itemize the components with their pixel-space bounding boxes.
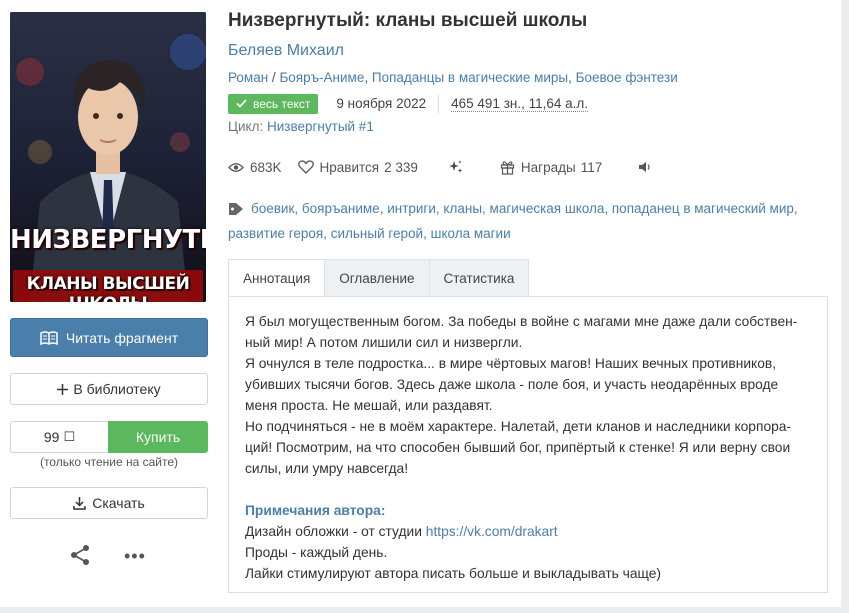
author-note-text: Дизайн обложки - от студии: [245, 524, 426, 539]
tag-link[interactable]: магическая школа: [490, 201, 605, 216]
gift-icon: [500, 160, 515, 175]
annotation-panel: Я был могущественным богом. За победы в …: [228, 296, 828, 593]
meta-divider: [438, 94, 440, 113]
share-icon[interactable]: [69, 544, 91, 571]
genre-separator: /: [268, 70, 280, 85]
tag-link[interactable]: школа магии: [431, 226, 511, 241]
cycle-line: Цикл: Низвергнутый #1: [228, 119, 374, 134]
genre-link[interactable]: Попаданцы в магические миры: [372, 70, 568, 85]
tag-link[interactable]: развитие героя: [228, 226, 323, 241]
status-badge: весь текст: [228, 93, 319, 114]
add-to-library-button[interactable]: В библиотеку: [10, 373, 208, 405]
likes-label: Нравится: [319, 159, 380, 175]
genre-link[interactable]: Роман: [228, 70, 268, 85]
tag-link[interactable]: бояръаниме: [302, 201, 380, 216]
annotation-paragraph: Я был могущественным богом. За победы в …: [245, 314, 798, 350]
annotation-paragraph: Но подчиняться - не в моём характере. На…: [245, 419, 792, 476]
sparkle-stat[interactable]: [448, 159, 470, 175]
price-value: 99: [43, 429, 60, 445]
cover-studio-link[interactable]: https://vk.com/drakart: [426, 524, 558, 539]
genre-link[interactable]: Боевое фэнтези: [576, 70, 678, 85]
awards-count: 117: [580, 159, 603, 175]
cycle-link[interactable]: Низвергнутый #1: [267, 119, 374, 134]
author-note: Лайки стимулируют автора писать больше и…: [245, 566, 662, 581]
cover-title-line2: КЛАНЫ ВЫСШЕЙ ШКОЛЫ: [13, 270, 203, 302]
likes-count: 2 339: [384, 159, 418, 175]
speaker-stat[interactable]: [638, 161, 658, 173]
cover-title-line1: НИЗВЕРГНУТЫЙ: [10, 225, 206, 255]
add-to-library-label: В библиотеку: [73, 381, 161, 397]
plus-icon: [57, 383, 69, 395]
author-note: Дизайн обложки - от студии https://vk.co…: [245, 521, 811, 542]
stats-row: 683K Нравится 2 339 Награды 117: [228, 157, 658, 177]
sparkle-icon: [448, 160, 463, 173]
price-box: 99 ☐: [10, 421, 108, 453]
book-cover[interactable]: НИЗВЕРГНУТЫЙ КЛАНЫ ВЫСШЕЙ ШКОЛЫ: [10, 12, 206, 302]
awards-label: Награды: [520, 159, 576, 175]
page-edge: [841, 0, 849, 613]
tab-contents[interactable]: Оглавление: [325, 259, 430, 297]
cover-art: [10, 12, 206, 302]
awards-stat[interactable]: Награды 117: [500, 160, 602, 175]
author-link[interactable]: Беляев Михаил: [228, 42, 344, 60]
author-notes-heading: Примечания автора:: [245, 503, 386, 518]
tag-link[interactable]: кланы: [443, 201, 482, 216]
tag-link[interactable]: сильный герой: [331, 226, 423, 241]
eye-icon: [228, 162, 244, 172]
tab-statistics[interactable]: Статистика: [429, 259, 530, 297]
cycle-label: Цикл:: [228, 119, 264, 134]
status-badge-label: весь текст: [253, 96, 311, 111]
book-size: 465 491 зн., 11,64 а.л.: [451, 95, 589, 112]
tab-bar: Аннотация Оглавление Статистика: [228, 259, 530, 297]
tab-annotation[interactable]: Аннотация: [228, 259, 326, 297]
tag-link[interactable]: боевик: [251, 201, 294, 216]
read-fragment-label: Читать фрагмент: [65, 329, 179, 346]
likes-stat[interactable]: Нравится 2 339: [297, 159, 418, 175]
tag-icon: [228, 201, 245, 223]
more-options-icon[interactable]: •••: [124, 546, 146, 567]
author-note: Проды - каждый день.: [245, 545, 388, 560]
genre-list: Роман / Бояръ-Аниме, Попаданцы в магичес…: [228, 70, 678, 85]
book-title: Низвергнутый: кланы высшей школы: [228, 10, 588, 31]
book-open-icon: [40, 330, 58, 345]
tag-link[interactable]: интриги: [387, 201, 436, 216]
currency-icon: ☐: [63, 429, 76, 444]
publish-date: 9 ноября 2022: [336, 96, 427, 111]
speaker-icon: [639, 162, 650, 172]
buy-note: (только чтение на сайте): [39, 455, 179, 469]
annotation-paragraph: Я очнулся в теле подростка... в мире чёр…: [245, 356, 779, 413]
buy-group: 99 ☐ Купить: [10, 421, 208, 453]
download-label: Скачать: [92, 495, 145, 511]
heart-icon: [297, 160, 314, 174]
views-count: 683K: [250, 159, 282, 175]
page-bottom-edge: [0, 607, 849, 613]
tag-link[interactable]: попаданец в магический мир: [612, 201, 794, 216]
genre-link[interactable]: Бояръ-Аниме: [279, 70, 364, 85]
book-meta: весь текст 9 ноября 2022 465 491 зн., 11…: [228, 93, 589, 114]
tag-list: боевик, бояръаниме, интриги, кланы, маги…: [228, 201, 798, 241]
read-fragment-button[interactable]: Читать фрагмент: [10, 318, 208, 357]
download-button[interactable]: Скачать: [10, 487, 208, 519]
check-icon: [236, 99, 247, 108]
buy-button[interactable]: Купить: [108, 421, 208, 453]
views-stat: 683K: [228, 160, 282, 175]
download-icon: [73, 496, 86, 510]
